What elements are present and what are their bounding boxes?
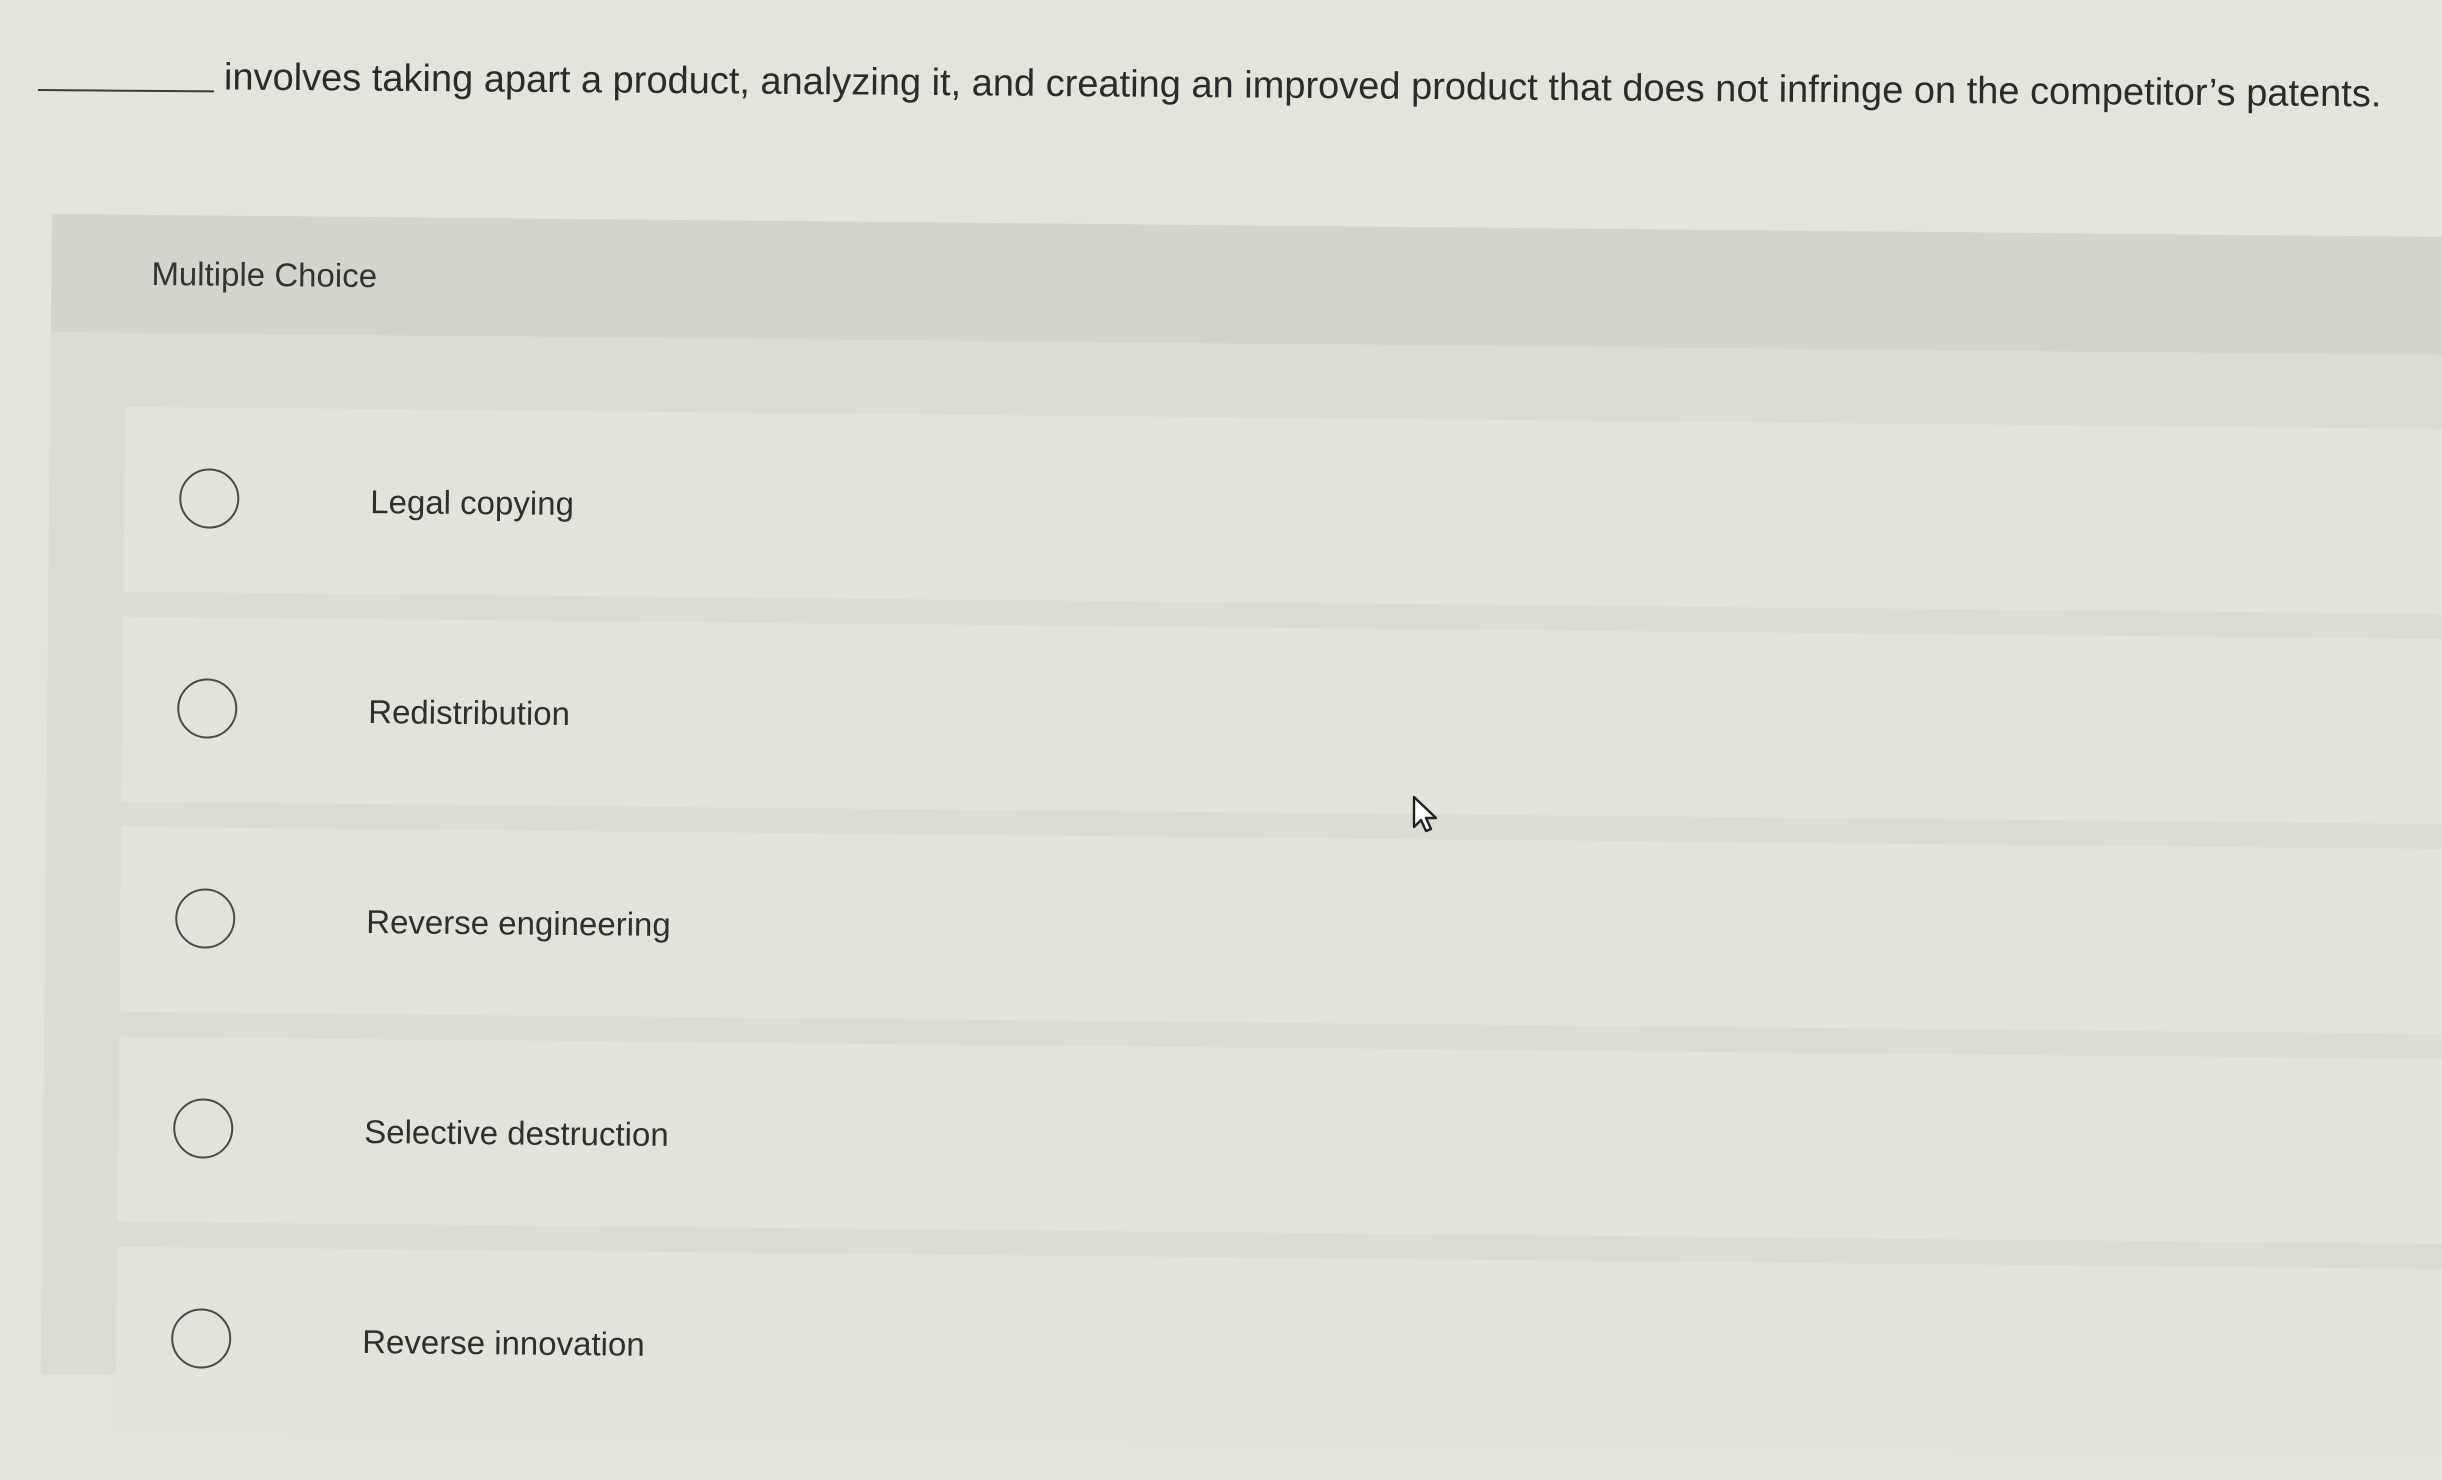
question-prompt: involves taking apart a product, analyzi…	[37, 36, 2419, 135]
option-reverse-engineering[interactable]: Reverse engineering	[119, 826, 2442, 1035]
answer-options: Legal copying Redistribution Reverse eng…	[115, 406, 2442, 1480]
question-type-label: Multiple Choice	[151, 254, 378, 295]
radio-empty-icon[interactable]	[178, 467, 240, 529]
radio-empty-icon[interactable]	[174, 887, 236, 949]
option-reverse-innovation[interactable]: Reverse innovation	[115, 1246, 2442, 1455]
multiple-choice-panel: Multiple Choice Legal copying Redistribu…	[40, 214, 2442, 1455]
mouse-pointer-icon	[1412, 795, 1438, 833]
option-label: Reverse innovation	[362, 1322, 645, 1363]
answer-blank	[37, 58, 215, 93]
radio-empty-icon[interactable]	[176, 677, 238, 739]
option-label: Legal copying	[370, 482, 575, 522]
radio-empty-icon[interactable]	[172, 1097, 234, 1159]
option-label: Selective destruction	[364, 1112, 669, 1153]
radio-empty-icon[interactable]	[170, 1307, 232, 1369]
option-label: Redistribution	[368, 692, 571, 732]
option-label: Reverse engineering	[366, 902, 671, 943]
question-text: involves taking apart a product, analyzi…	[223, 56, 2382, 116]
option-legal-copying[interactable]: Legal copying	[123, 406, 2442, 615]
option-selective-destruction[interactable]: Selective destruction	[117, 1036, 2442, 1245]
panel-header: Multiple Choice	[50, 214, 2442, 356]
option-redistribution[interactable]: Redistribution	[121, 616, 2442, 825]
